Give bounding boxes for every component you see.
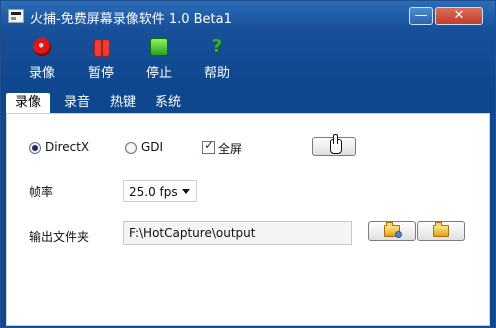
tab-record[interactable]: 录像 <box>6 93 50 113</box>
fps-value: 25.0 fps <box>129 185 178 199</box>
output-path-value: F:\HotCapture\output <box>129 226 256 240</box>
help-icon: ? <box>211 36 223 57</box>
tab-audio[interactable]: 录音 <box>59 93 95 113</box>
record-label: 录像 <box>28 66 55 81</box>
pause-label: 暂停 <box>87 66 114 81</box>
folder-settings-button[interactable] <box>368 221 416 241</box>
stop-button[interactable]: 停止 <box>137 38 181 86</box>
fullscreen-checkbox[interactable] <box>202 138 215 154</box>
select-area-button[interactable] <box>312 134 356 156</box>
tab-system[interactable]: 系统 <box>150 93 186 113</box>
fps-select[interactable]: 25.0 fps <box>123 180 197 202</box>
directx-label: DirectX <box>45 140 90 154</box>
directx-radio[interactable] <box>29 142 41 154</box>
pause-button[interactable]: 暂停 <box>79 38 123 86</box>
toolbar: 录像 暂停 停止 ? 帮助 <box>1 31 495 89</box>
open-folder-button[interactable] <box>417 221 465 241</box>
fullscreen-label: 全屏 <box>218 142 243 156</box>
window-title: 火捕-免费屏幕录像软件 1.0 Beta1 <box>30 12 232 27</box>
fps-label: 帧率 <box>29 185 54 199</box>
tab-hotkeys[interactable]: 热键 <box>105 93 141 113</box>
close-icon: ✕ <box>453 8 465 23</box>
app-window: 火捕-免费屏幕录像软件 1.0 Beta1 — ✕ 录像 暂停 停止 ? 帮助 … <box>0 0 496 328</box>
stop-label: 停止 <box>145 66 172 81</box>
output-folder-label: 输出文件夹 <box>29 230 90 244</box>
record-settings-panel: DirectX GDI 全屏 帧率 25.0 fps 输出文件夹 F:\HotC… <box>6 113 490 326</box>
record-button[interactable]: 录像 <box>20 38 64 86</box>
hand-cursor-icon <box>330 134 342 154</box>
gdi-label: GDI <box>141 140 164 154</box>
tab-strip: 录像 录音 热键 系统 <box>1 89 495 113</box>
pause-icon <box>92 38 110 57</box>
help-label: 帮助 <box>203 66 230 81</box>
close-button[interactable]: ✕ <box>435 7 483 25</box>
help-button[interactable]: ? 帮助 <box>195 38 239 86</box>
output-path-field[interactable]: F:\HotCapture\output <box>123 221 352 245</box>
stop-icon <box>150 38 168 56</box>
app-window-icon <box>8 9 24 23</box>
gear-icon <box>395 231 402 238</box>
titlebar: 火捕-免费屏幕录像软件 1.0 Beta1 — ✕ <box>1 1 495 31</box>
record-icon <box>33 38 51 56</box>
open-folder-icon <box>433 222 449 237</box>
minimize-button[interactable]: — <box>409 7 433 25</box>
minimize-icon: — <box>414 8 428 23</box>
gdi-radio[interactable] <box>125 142 137 154</box>
chevron-down-icon <box>182 189 190 194</box>
